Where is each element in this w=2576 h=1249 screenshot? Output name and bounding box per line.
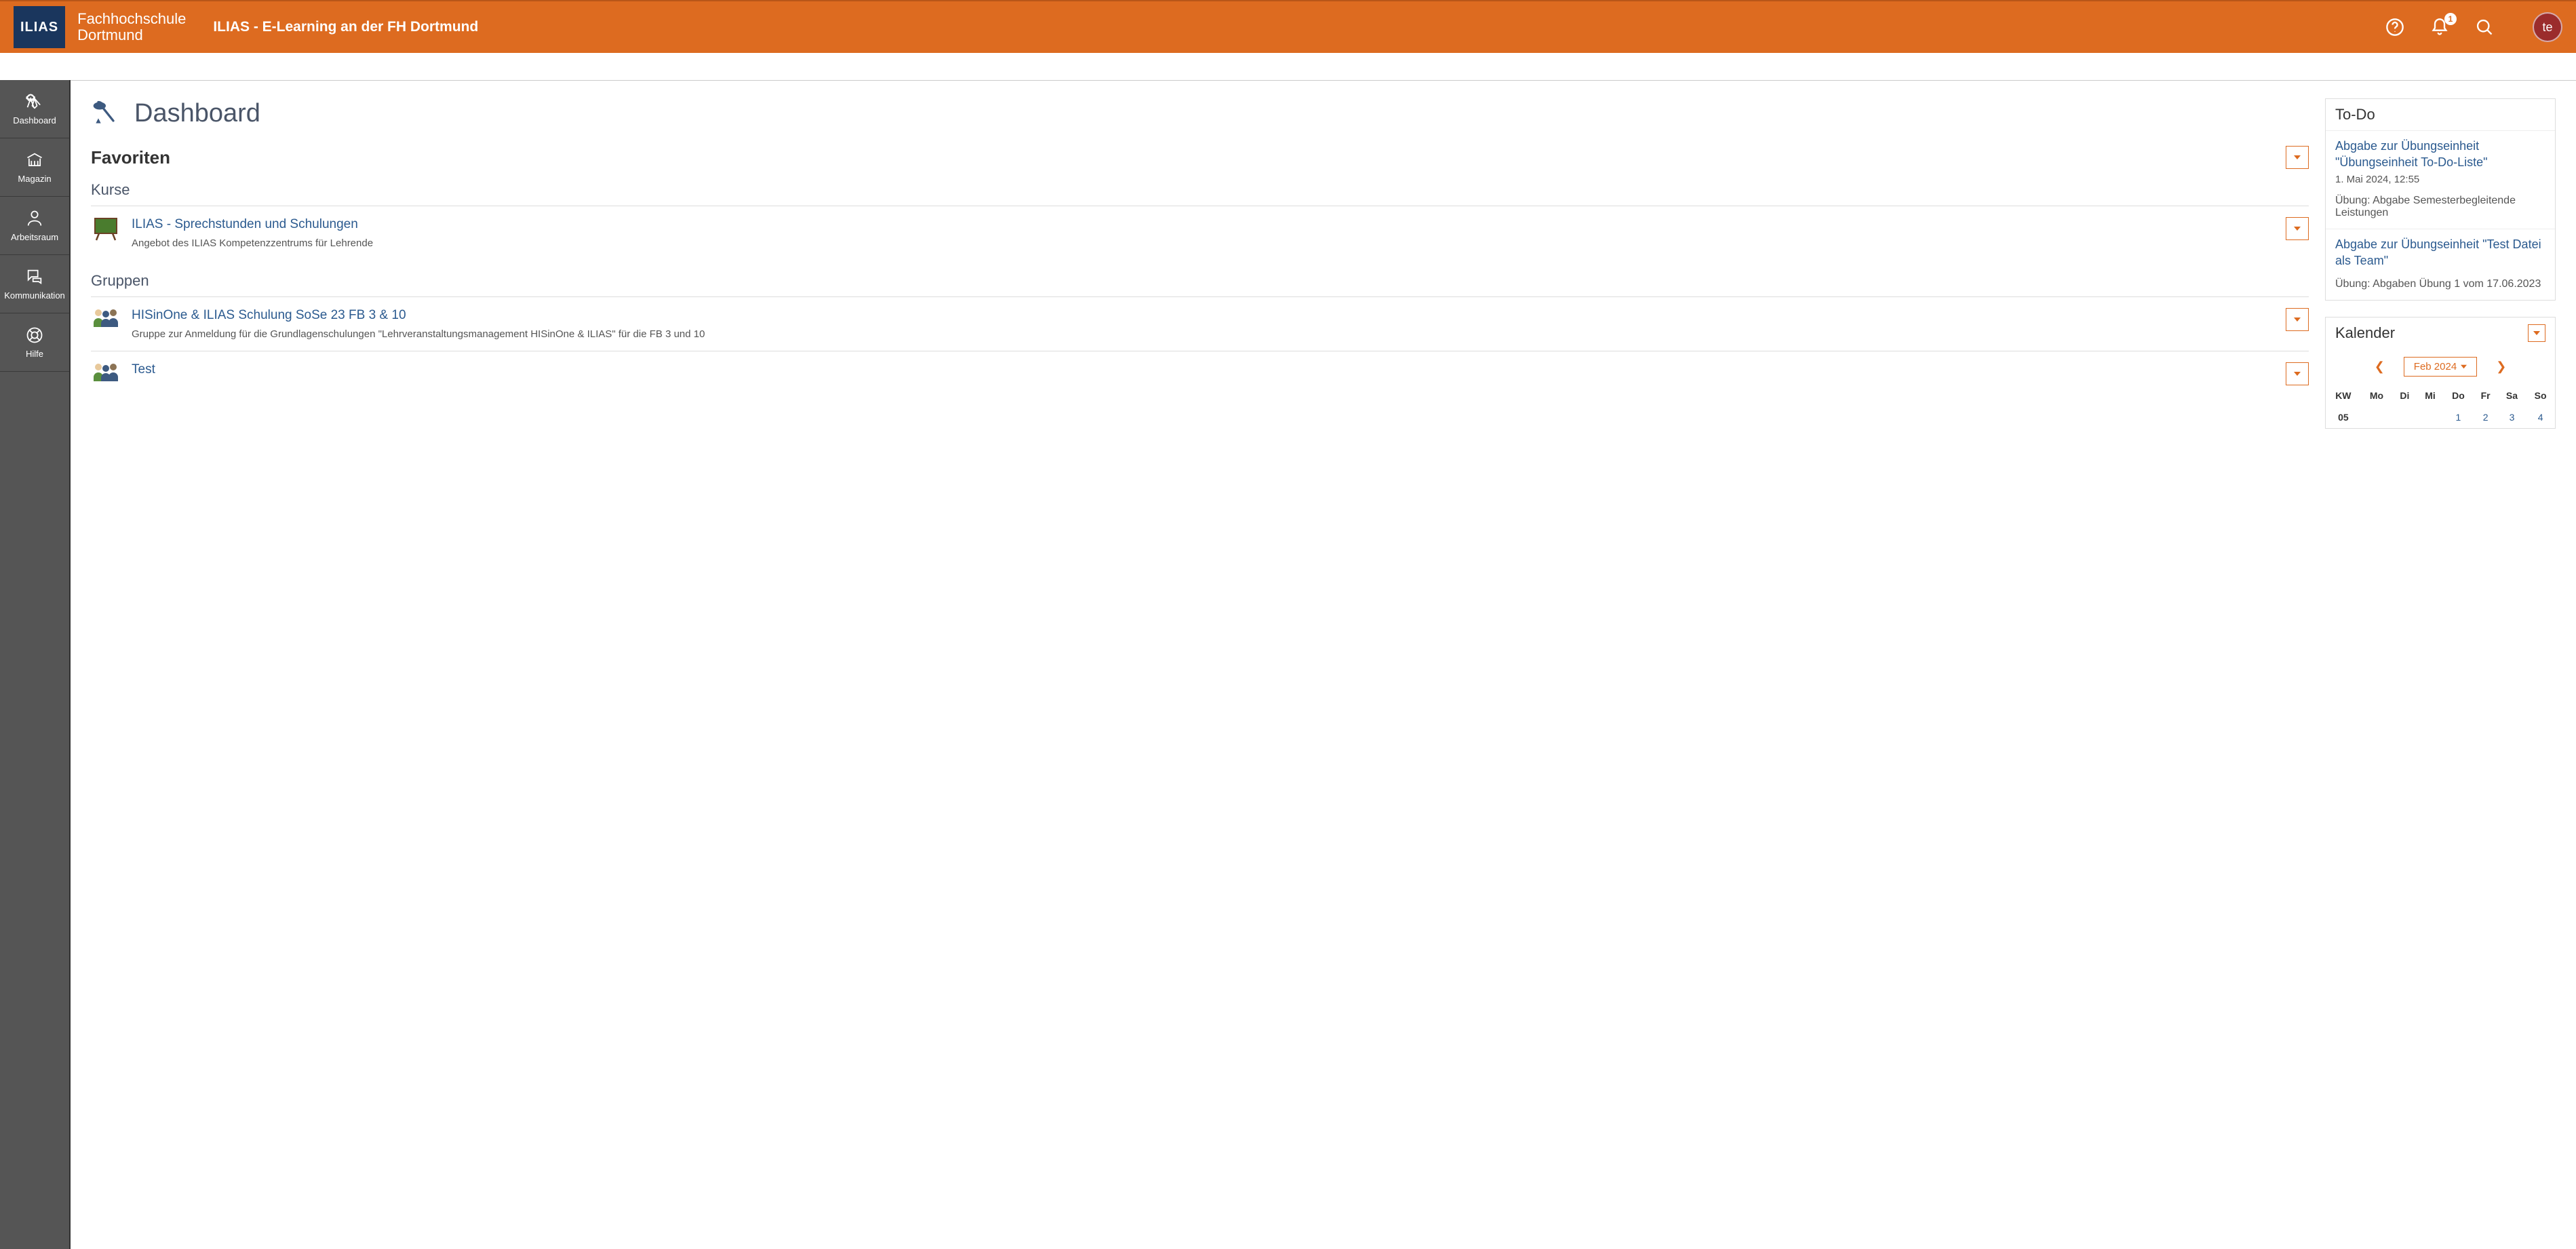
calendar-panel: Kalender ❮ Feb 2024 ❯ KW [2325, 317, 2556, 429]
calendar-table: KW Mo Di Mi Do Fr Sa So 05 [2326, 385, 2555, 428]
header: ILIAS Fachhochschule Dortmund ILIAS - E-… [0, 0, 2576, 53]
cal-day[interactable]: 4 [2526, 406, 2555, 428]
group-item: Test [91, 351, 2309, 396]
calendar-nav: ❮ Feb 2024 ❯ [2326, 349, 2555, 385]
group-icon [91, 308, 121, 328]
calendar-heading: Kalender [2335, 324, 2395, 342]
calendar-prev-button[interactable]: ❮ [2375, 360, 2385, 374]
calendar-actions-button[interactable] [2528, 324, 2545, 342]
cal-weekday: So [2526, 385, 2555, 406]
header-title: ILIAS - E-Learning an der FH Dortmund [213, 19, 478, 35]
todo-item: Abgabe zur Übungseinheit "Test Datei als… [2326, 229, 2555, 301]
institution-name: Fachhochschule Dortmund [77, 11, 186, 43]
cal-day[interactable]: 2 [2473, 406, 2497, 428]
course-icon [91, 217, 121, 242]
calendar-month-button[interactable]: Feb 2024 [2404, 357, 2477, 377]
cal-day[interactable]: 1 [2443, 406, 2473, 428]
institution-line2: Dortmund [77, 27, 186, 43]
dashboard-icon [91, 98, 121, 128]
avatar[interactable]: te [2533, 12, 2562, 42]
todo-link[interactable]: Abgabe zur Übungseinheit "Test Datei als… [2335, 236, 2545, 269]
sidebar-item-label: Hilfe [26, 349, 43, 359]
cal-weekday: Di [2392, 385, 2417, 406]
calendar-next-button[interactable]: ❯ [2496, 360, 2506, 374]
todo-item: Abgabe zur Übungseinheit "Übungseinheit … [2326, 130, 2555, 229]
calendar-month-label: Feb 2024 [2414, 361, 2457, 372]
todo-link[interactable]: Abgabe zur Übungseinheit "Übungseinheit … [2335, 138, 2545, 171]
main-content: Dashboard Favoriten Kurse ILIAS - Sprech… [91, 98, 2309, 1231]
header-actions: 1 te [2385, 12, 2562, 42]
help-icon[interactable] [2385, 17, 2405, 37]
sidebar-item-magazin[interactable]: Magazin [0, 138, 69, 197]
course-item: ILIAS - Sprechstunden und Schulungen Ang… [91, 206, 2309, 260]
sidebar-item-arbeitsraum[interactable]: Arbeitsraum [0, 197, 69, 255]
sidebar-item-label: Magazin [18, 174, 51, 184]
group-actions-button[interactable] [2286, 362, 2309, 385]
cal-weekday: Fr [2473, 385, 2497, 406]
todo-panel: To-Do Abgabe zur Übungseinheit "Übungsei… [2325, 98, 2556, 301]
cal-weekday: Mi [2417, 385, 2444, 406]
calendar-row: 05 1 2 3 4 [2326, 406, 2555, 428]
notifications-icon[interactable]: 1 [2429, 17, 2450, 37]
cal-week-num: 05 [2326, 406, 2361, 428]
sidebar-item-hilfe[interactable]: Hilfe [0, 313, 69, 372]
todo-meta: Übung: Abgabe Semesterbegleitende Leistu… [2335, 195, 2545, 219]
notification-badge: 1 [2444, 13, 2457, 25]
right-column: To-Do Abgabe zur Übungseinheit "Übungsei… [2325, 98, 2556, 1231]
group-icon [91, 362, 121, 383]
courses-heading: Kurse [91, 181, 2309, 199]
sidebar-item-label: Arbeitsraum [11, 232, 58, 242]
todo-heading: To-Do [2335, 106, 2375, 123]
cal-weekday: KW [2326, 385, 2361, 406]
todo-meta: Übung: Abgaben Übung 1 vom 17.06.2023 [2335, 278, 2545, 290]
favorites-actions-button[interactable] [2286, 146, 2309, 169]
todo-meta-label: Übung: [2335, 195, 2370, 206]
groups-heading: Gruppen [91, 272, 2309, 290]
logo[interactable]: ILIAS [14, 6, 65, 48]
favorites-heading: Favoriten [91, 147, 170, 168]
todo-meta-value: Abgaben Übung 1 vom 17.06.2023 [2373, 278, 2541, 290]
cal-day[interactable]: 3 [2498, 406, 2526, 428]
group-title-link[interactable]: Test [132, 362, 2275, 377]
sidebar-item-label: Dashboard [13, 115, 56, 126]
page-title: Dashboard [134, 99, 260, 128]
course-title-link[interactable]: ILIAS - Sprechstunden und Schulungen [132, 217, 2275, 232]
cal-day[interactable] [2361, 406, 2393, 428]
cal-day[interactable] [2417, 406, 2444, 428]
cal-weekday: Mo [2361, 385, 2393, 406]
group-desc: Gruppe zur Anmeldung für die Grundlagens… [132, 328, 2275, 340]
sidebar: Dashboard Magazin Arbeitsraum Kommunikat… [0, 80, 71, 1249]
search-icon[interactable] [2474, 17, 2495, 37]
sidebar-item-kommunikation[interactable]: Kommunikation [0, 255, 69, 313]
course-actions-button[interactable] [2286, 217, 2309, 240]
group-item: HISinOne & ILIAS Schulung SoSe 23 FB 3 &… [91, 296, 2309, 351]
cal-day[interactable] [2392, 406, 2417, 428]
group-actions-button[interactable] [2286, 308, 2309, 331]
todo-date: 1. Mai 2024, 12:55 [2335, 174, 2545, 185]
group-title-link[interactable]: HISinOne & ILIAS Schulung SoSe 23 FB 3 &… [132, 308, 2275, 323]
sidebar-item-label: Kommunikation [4, 290, 65, 301]
course-desc: Angebot des ILIAS Kompetenzzentrums für … [132, 237, 2275, 249]
cal-weekday: Sa [2498, 385, 2526, 406]
institution-line1: Fachhochschule [77, 11, 186, 27]
todo-meta-label: Übung: [2335, 278, 2370, 290]
cal-weekday: Do [2443, 385, 2473, 406]
sidebar-item-dashboard[interactable]: Dashboard [0, 80, 69, 138]
